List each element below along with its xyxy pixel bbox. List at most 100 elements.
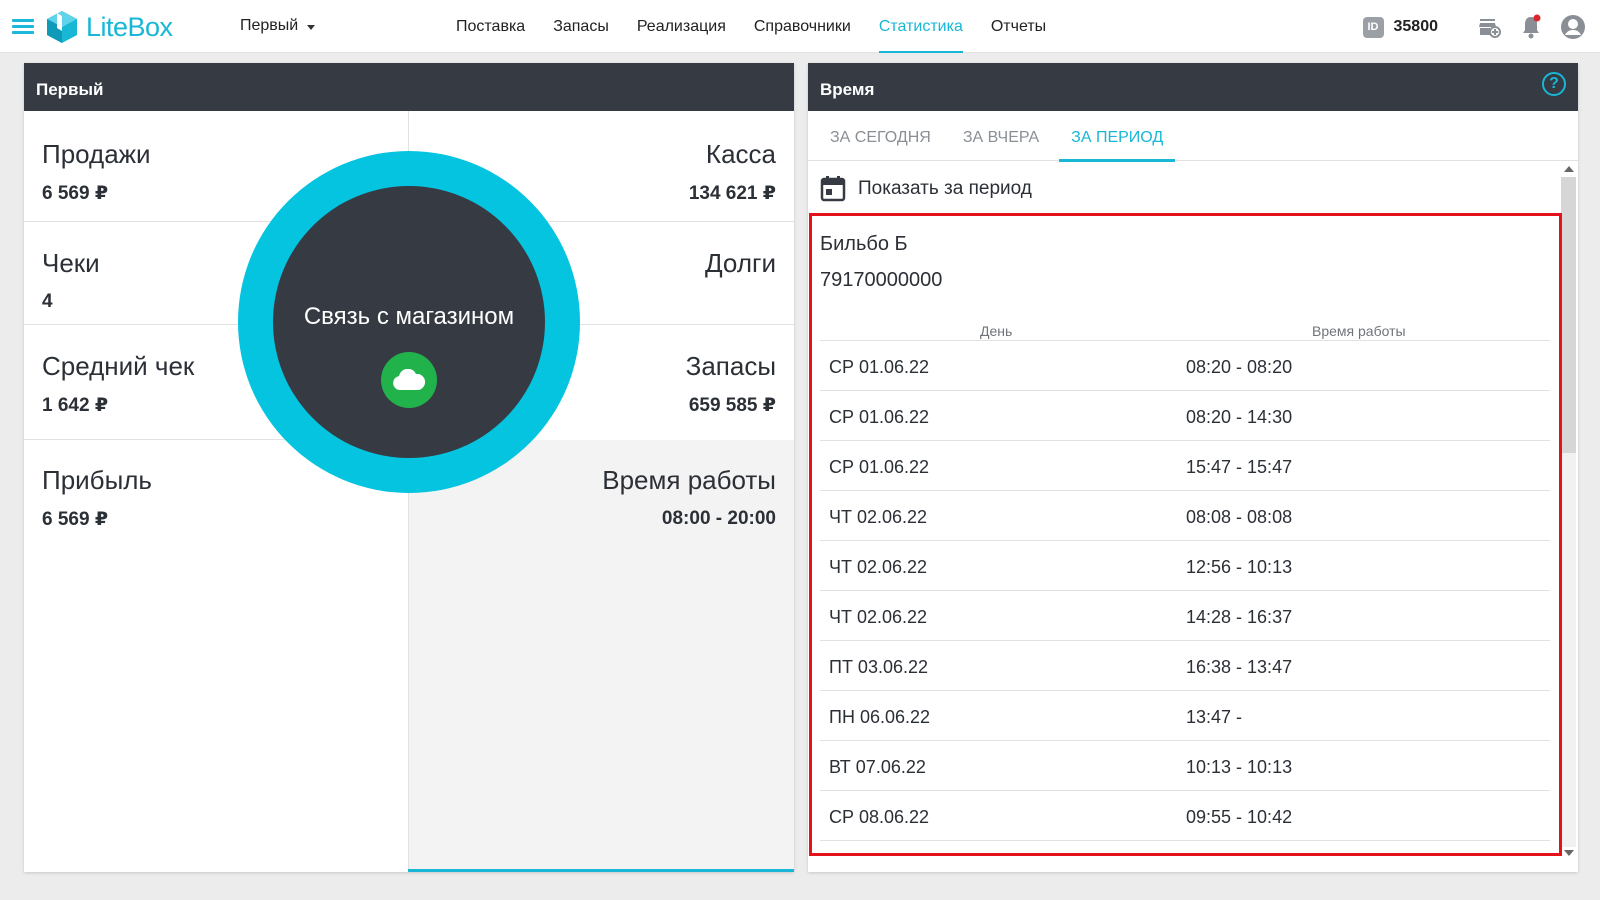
sales-metric: Продажи 6 569 ₽ — [42, 139, 151, 205]
sales-title: Продажи — [42, 139, 151, 169]
work-time-title: Время работы — [602, 465, 776, 495]
tab-today[interactable]: ЗА СЕГОДНЯ — [818, 111, 943, 161]
user-avatar-icon[interactable] — [1560, 14, 1586, 40]
table-row: ЧТ 02.06.22 14:28 - 16:37 — [820, 591, 1550, 641]
hamburger-menu-icon[interactable] — [12, 19, 34, 35]
checks-value: 4 — [42, 291, 53, 312]
store-connection-button[interactable]: Связь с магазином — [238, 151, 580, 493]
table-row: СР 08.06.22 09:55 - 10:42 — [820, 791, 1550, 841]
store-card-title: Первый — [24, 63, 794, 111]
help-icon[interactable]: ? — [1542, 72, 1566, 96]
row-time: 10:13 - 10:13 — [1186, 757, 1293, 777]
column-header-day: День — [980, 323, 1013, 339]
row-day: СР 01.06.22 — [829, 457, 930, 477]
profit-value: 6 569 ₽ — [42, 509, 109, 530]
top-navigation-bar: LiteBox Первый Поставка Запасы Реализаци… — [0, 0, 1600, 53]
row-time: 14:28 - 16:37 — [1186, 607, 1293, 627]
table-row: ВТ 07.06.22 10:13 - 10:13 — [820, 741, 1550, 791]
store-selector-label: Первый — [240, 17, 299, 34]
scroll-up-arrow-icon[interactable] — [1564, 166, 1574, 172]
logo-text: LiteBox — [86, 11, 173, 42]
average-check-value: 1 642 ₽ — [42, 395, 109, 416]
profit-title: Прибыль — [42, 465, 152, 495]
cashbox-value: 134 621 ₽ — [688, 183, 776, 204]
table-row: СР 01.06.22 15:47 - 15:47 — [820, 441, 1550, 491]
work-time-value: 08:00 - 20:00 — [661, 508, 776, 529]
sales-value: 6 569 ₽ — [42, 183, 109, 204]
main-menu: Поставка Запасы Реализация Справочники С… — [442, 0, 1060, 53]
row-day: ПН 06.06.22 — [829, 707, 931, 727]
row-day: ЧТ 02.06.22 — [829, 607, 928, 627]
table-row: СР 01.06.22 08:20 - 08:20 — [820, 341, 1550, 391]
show-period-button[interactable]: Показать за период — [820, 175, 1032, 202]
row-time: 08:20 - 08:20 — [1186, 357, 1293, 377]
average-check-title: Средний чек — [42, 351, 195, 381]
row-day: ВТ 07.06.22 — [829, 757, 926, 777]
menu-item-references[interactable]: Справочники — [740, 0, 865, 53]
work-time-metric: Время работы 08:00 - 20:00 — [602, 465, 776, 530]
stock-metric: Запасы 659 585 ₽ — [686, 351, 776, 417]
column-header-work-time: Время работы — [1312, 323, 1406, 339]
cashbox-metric: Касса 134 621 ₽ — [689, 139, 776, 205]
menu-item-reports[interactable]: Отчеты — [977, 0, 1060, 53]
chevron-down-icon — [307, 24, 316, 30]
row-time: 08:20 - 14:30 — [1186, 407, 1293, 427]
row-day: ПТ 03.06.22 — [829, 657, 928, 677]
cashbox-title: Касса — [705, 139, 776, 169]
calendar-icon — [820, 176, 846, 202]
row-day: ЧТ 02.06.22 — [829, 507, 928, 527]
employee-phone: 79170000000 — [820, 269, 943, 291]
vertical-scrollbar[interactable] — [1559, 161, 1578, 863]
work-time-card: Время ? ЗА СЕГОДНЯ ЗА ВЧЕРА ЗА ПЕРИОД По… — [808, 63, 1578, 872]
row-time: 16:38 - 13:47 — [1186, 657, 1293, 677]
store-selector[interactable]: Первый — [240, 17, 316, 35]
table-row: ПН 06.06.22 13:47 - — [820, 691, 1550, 741]
litebox-logo[interactable]: LiteBox — [46, 9, 173, 45]
employee-name: Бильбо Б — [820, 233, 908, 255]
work-time-table: День Время работы СР 01.06.22 08:20 - 08:… — [820, 319, 1550, 841]
checks-metric: Чеки 4 — [42, 248, 100, 313]
row-time: 15:47 - 15:47 — [1186, 457, 1293, 477]
table-row: СР 01.06.22 08:20 - 14:30 — [820, 391, 1550, 441]
row-time: 08:08 - 08:08 — [1186, 507, 1293, 527]
store-connection-label: Связь с магазином — [303, 303, 515, 330]
row-time: 13:47 - — [1186, 707, 1243, 727]
id-badge-icon: ID — [1362, 16, 1384, 38]
litebox-cube-icon — [47, 11, 77, 43]
stock-title: Запасы — [685, 351, 776, 381]
row-day: СР 08.06.22 — [829, 807, 930, 827]
row-day: ЧТ 02.06.22 — [829, 557, 928, 577]
row-day: СР 01.06.22 — [829, 407, 930, 427]
menu-item-sales[interactable]: Реализация — [623, 0, 740, 53]
tab-period[interactable]: ЗА ПЕРИОД — [1059, 111, 1176, 162]
period-tabs: ЗА СЕГОДНЯ ЗА ВЧЕРА ЗА ПЕРИОД — [808, 111, 1578, 162]
store-connection-inner: Связь с магазином — [273, 186, 545, 458]
debts-title: Долги — [705, 248, 776, 278]
time-card-title: Время — [808, 63, 1578, 111]
menu-item-statistics[interactable]: Статистика — [865, 0, 977, 53]
menu-item-stock[interactable]: Запасы — [539, 0, 623, 53]
add-store-icon[interactable] — [1476, 14, 1502, 40]
table-row: ПТ 03.06.22 16:38 - 13:47 — [820, 641, 1550, 691]
row-time: 12:56 - 10:13 — [1186, 557, 1293, 577]
menu-item-supply[interactable]: Поставка — [442, 0, 539, 53]
profit-metric: Прибыль 6 569 ₽ — [42, 465, 152, 531]
table-header: День Время работы — [820, 319, 1550, 341]
cloud-icon[interactable] — [381, 352, 437, 408]
account-id: 35800 — [1393, 18, 1439, 35]
active-section-indicator — [408, 869, 794, 872]
notifications-bell-icon[interactable] — [1518, 14, 1544, 40]
header-tools: ID 35800 — [1362, 14, 1587, 40]
checks-title: Чеки — [42, 248, 100, 278]
scrollbar-thumb[interactable] — [1561, 177, 1576, 453]
tab-yesterday[interactable]: ЗА ВЧЕРА — [951, 111, 1051, 161]
average-check-metric: Средний чек 1 642 ₽ — [42, 351, 194, 417]
table-row: ЧТ 02.06.22 08:08 - 08:08 — [820, 491, 1550, 541]
row-day: СР 01.06.22 — [829, 357, 930, 377]
row-time: 09:55 - 10:42 — [1186, 807, 1293, 827]
scroll-down-arrow-icon[interactable] — [1564, 850, 1574, 856]
table-row: ЧТ 02.06.22 12:56 - 10:13 — [820, 541, 1550, 591]
debts-metric: Долги — [705, 248, 776, 279]
show-period-label: Показать за период — [858, 177, 1032, 199]
stock-value: 659 585 ₽ — [688, 395, 776, 416]
